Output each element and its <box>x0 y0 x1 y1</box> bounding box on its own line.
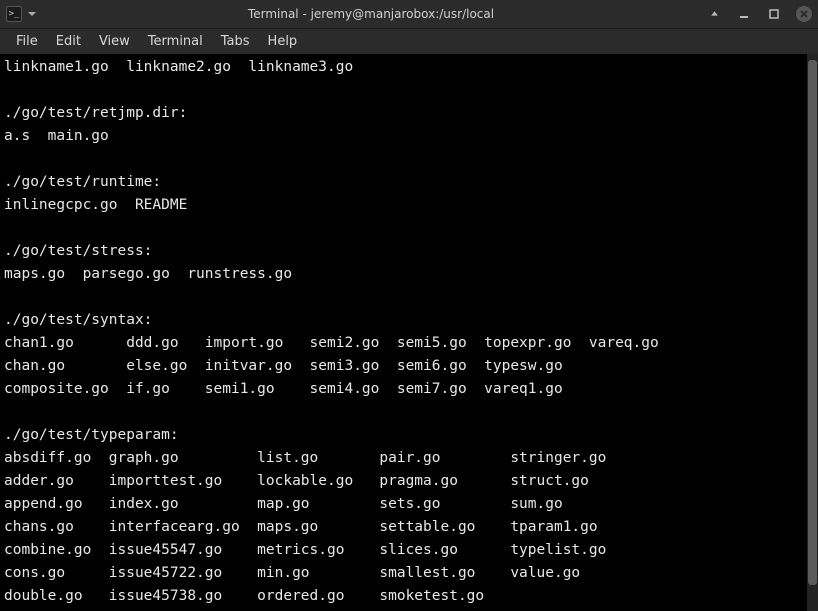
maximize-button[interactable] <box>766 6 782 22</box>
terminal-area[interactable]: linkname1.go linkname2.go linkname3.go .… <box>0 54 818 611</box>
menu-tabs[interactable]: Tabs <box>213 32 258 51</box>
titlebar: >_ Terminal - jeremy@manjarobox:/usr/loc… <box>0 0 818 28</box>
titlebar-app-menu[interactable]: >_ <box>6 6 36 22</box>
chevron-down-icon <box>28 12 36 16</box>
terminal-output[interactable]: linkname1.go linkname2.go linkname3.go .… <box>0 54 807 611</box>
menu-file[interactable]: File <box>8 32 46 51</box>
minimize-button[interactable] <box>736 6 752 22</box>
window-title: Terminal - jeremy@manjarobox:/usr/local <box>36 7 706 21</box>
menu-terminal[interactable]: Terminal <box>140 32 211 51</box>
close-button[interactable] <box>796 6 812 22</box>
menu-edit[interactable]: Edit <box>48 32 89 51</box>
terminal-icon: >_ <box>6 6 22 22</box>
scroll-thumb[interactable] <box>808 60 817 585</box>
menu-view[interactable]: View <box>91 32 138 51</box>
menubar: File Edit View Terminal Tabs Help <box>0 28 818 54</box>
scrollbar[interactable] <box>807 54 818 611</box>
keep-above-button[interactable] <box>706 6 722 22</box>
menu-help[interactable]: Help <box>260 32 306 51</box>
